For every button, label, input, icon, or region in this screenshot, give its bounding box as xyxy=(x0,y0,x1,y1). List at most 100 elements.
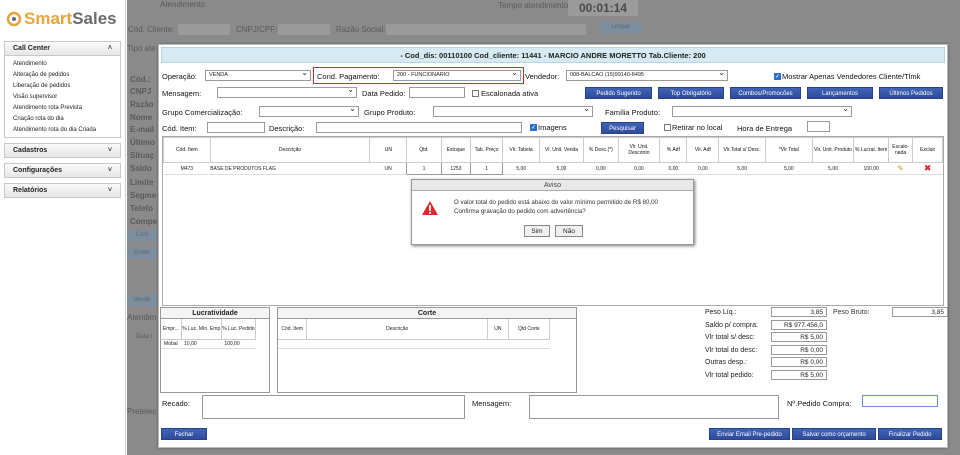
bg-atend: Atendim xyxy=(127,313,157,322)
bg-cnpj-input xyxy=(278,24,330,35)
grid-cell: 1253 xyxy=(440,162,472,175)
recado-textarea[interactable] xyxy=(202,395,465,419)
grid-header-cell: Cód. Item xyxy=(163,137,211,163)
table-row[interactable]: M473 BASE DE PRODUTOS FLAG UN 1 1253 1 5,00 5,0… xyxy=(163,162,943,175)
sidebar-item[interactable]: Visão supervisor xyxy=(5,91,120,102)
retirar-checkbox[interactable] xyxy=(664,124,671,131)
corte-header: Descrição xyxy=(306,319,489,340)
peso-bruto-value: 3,85 xyxy=(892,307,948,317)
bg-cod-cliente-input xyxy=(178,24,230,35)
lancamentos-button[interactable]: Lançamentos xyxy=(807,87,873,99)
descricao-input[interactable] xyxy=(316,122,522,133)
enviar-email-button[interactable]: Enviar Email Pre-pedido xyxy=(709,428,790,440)
sidebar-item[interactable]: Criação rota do dia xyxy=(5,113,120,124)
escalonada-checkbox[interactable] xyxy=(472,90,479,97)
salvar-orcamento-button[interactable]: Salvar como orçamento xyxy=(792,428,876,440)
bg-atendimento-label: Atendimento xyxy=(160,0,205,9)
grupo-com-select[interactable] xyxy=(259,106,359,117)
npedido-input[interactable] xyxy=(862,395,938,407)
finalizar-pedido-button[interactable]: Finalizar Pedido xyxy=(878,428,942,440)
chevron-down-icon: ˅ xyxy=(107,147,112,154)
ultimos-pedidos-button[interactable]: Últimos Pedidos xyxy=(879,87,943,99)
timer: 00:01:14 xyxy=(568,0,638,16)
hora-entrega-label: Hora de Entrega xyxy=(737,124,793,133)
table-row[interactable]: Mobal 10,00 100,00 xyxy=(161,339,256,349)
logo[interactable]: Smart Sales xyxy=(0,0,125,38)
mensagem-bottom-label: Mensagem: xyxy=(472,399,512,408)
grid-header-cell: Vlr. Tabela xyxy=(502,137,540,163)
mensagem-textarea[interactable] xyxy=(529,395,779,419)
imagens-checkbox[interactable]: ✓ xyxy=(530,124,537,131)
sidebar-item[interactable]: Liberação de pedidos xyxy=(5,80,120,91)
chevron-up-icon: ˄ xyxy=(107,45,112,52)
mostrar-label: Mostrar Apenas Vendedores Cliente/Tlmk xyxy=(782,72,921,81)
cod-item-input[interactable] xyxy=(207,122,265,133)
cond-pagamento-select[interactable]: 200 - FUNCIONARIO xyxy=(393,70,521,81)
bg-field-label: Situaç xyxy=(130,151,155,160)
mostrar-checkbox[interactable]: ✓ xyxy=(774,73,781,80)
grid-header-cell: *Vlr Total xyxy=(764,137,813,163)
grupo-produto-select[interactable] xyxy=(433,106,593,117)
mensagem-label: Mensagem: xyxy=(162,89,202,98)
grid-cell: 0,00 xyxy=(659,162,687,175)
pedido-sugerido-button[interactable]: Pedido Sugerido xyxy=(585,87,652,99)
total-value: R$ 0,00 xyxy=(771,357,827,367)
sidebar-item[interactable]: Alteração de pedidos xyxy=(5,69,120,80)
sidebar-section-cadastros: Cadastros ˅ xyxy=(4,143,121,158)
hora-entrega-input[interactable] xyxy=(807,121,830,132)
sidebar-item[interactable]: Atendimento rota Prevista xyxy=(5,102,120,113)
lucratividade-header: % Luc. Pedido xyxy=(221,319,257,340)
vendedor-label: Vendedor: xyxy=(525,72,560,81)
edit-pencil-icon[interactable]: ✎ xyxy=(897,164,904,173)
grid-cell: 5,00 xyxy=(765,162,813,175)
top-obrigatorio-button[interactable]: Top Obrigatório xyxy=(658,87,724,99)
bg-data: Data l xyxy=(136,334,152,340)
nao-button[interactable]: Não xyxy=(555,225,583,237)
bg-field-label: CNPJ xyxy=(130,87,152,96)
chevron-down-icon: ˅ xyxy=(107,167,112,174)
cadastros-header[interactable]: Cadastros ˅ xyxy=(4,143,121,158)
bg-field-label: Nome xyxy=(130,113,153,122)
combos-button[interactable]: Combos/Promocões xyxy=(730,87,801,99)
configuracoes-header[interactable]: Configurações ˅ xyxy=(4,163,121,178)
grid-header-cell: Vlr. Unit. Desconto xyxy=(617,137,661,163)
relatorios-header[interactable]: Relatórios ˅ xyxy=(4,183,121,198)
grid-cell: 0,00 xyxy=(618,162,660,175)
mensagem-select[interactable] xyxy=(217,87,357,98)
corte-title: Corte xyxy=(278,308,576,319)
bg-razao-label: Razão Social: xyxy=(336,25,386,34)
bg-cnpj-label: CNPJ/CPF: xyxy=(236,25,278,34)
familia-produto-select[interactable] xyxy=(672,106,852,117)
bg-cont-button: Cont xyxy=(127,230,157,241)
sidebar-section-call-center: Call Center ˄ Atendimento Alteração de ped… xyxy=(4,41,121,138)
sidebar-item[interactable]: Atendimento rota do dia Criada xyxy=(5,124,120,135)
data-pedido-input[interactable] xyxy=(409,87,465,98)
vendedor-select[interactable]: 008-BALCAO (15)99140-8495 xyxy=(566,70,728,81)
bg-ender-button: Ender xyxy=(127,248,157,259)
delete-icon[interactable]: ✖ xyxy=(924,163,932,173)
logo-text-b: Sales xyxy=(72,9,117,28)
grid-cell: 1 xyxy=(470,162,504,175)
fechar-button[interactable]: Fechar xyxy=(161,428,207,440)
sim-button[interactable]: Sim xyxy=(524,225,550,237)
total-value: R$ 0,00 xyxy=(771,345,827,355)
grid-header-cell: Excluir xyxy=(912,137,943,163)
grid-header-cell: Vlr.Total s/ Desc. xyxy=(718,137,766,163)
corte-header: Qtd Corte xyxy=(508,319,551,340)
logo-icon xyxy=(6,11,22,27)
pesquisar-button[interactable]: Pesquisar xyxy=(601,122,644,134)
chevron-down-icon: ˅ xyxy=(107,187,112,194)
corte-header: UN xyxy=(487,319,509,340)
lucratividade-panel: Lucratividade Empr...% Luc. Mín. Emp% Lu… xyxy=(160,307,270,393)
retirar-label: Retirar no local xyxy=(672,123,723,132)
aviso-message-2: Confirma gravação do pedido com advertên… xyxy=(454,208,586,215)
total-value: 3,85 xyxy=(771,307,827,317)
lucratividade-cell: 100,00 xyxy=(221,339,256,349)
sidebar: Smart Sales Call Center ˄ Atendimento Alter… xyxy=(0,0,126,455)
lucratividade-header: % Luc. Mín. Emp xyxy=(181,319,222,340)
sidebar-item[interactable]: Atendimento xyxy=(5,58,120,69)
bg-cod-cliente-label: Cód. Cliente: xyxy=(128,25,175,34)
bg-field-label: Telefo xyxy=(130,204,153,213)
call-center-header[interactable]: Call Center ˄ xyxy=(4,41,121,56)
operacao-select[interactable]: VENDA xyxy=(205,70,311,81)
